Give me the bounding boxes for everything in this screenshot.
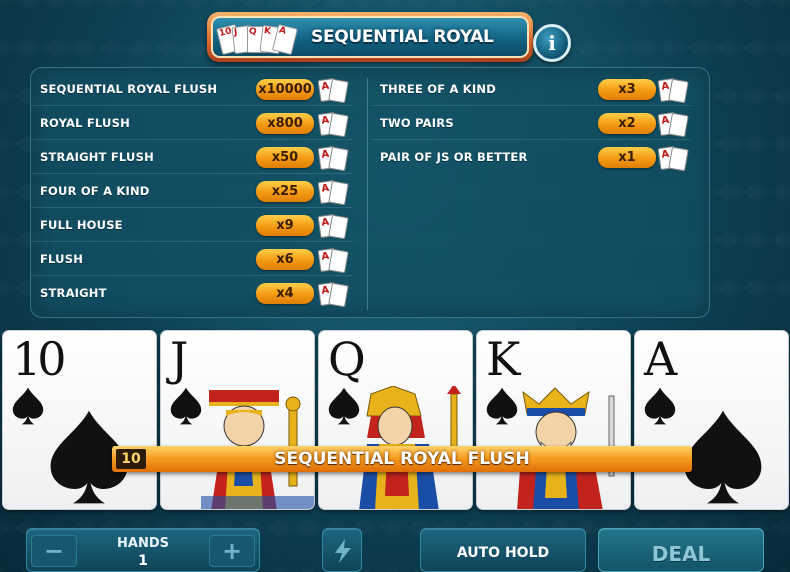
- hands-selector: − HANDS 1 +: [26, 528, 260, 572]
- card-5[interactable]: A: [634, 330, 789, 510]
- hand-name: THREE OF A KIND: [380, 82, 496, 96]
- multiplier-badge: x9: [256, 215, 314, 236]
- banner-cards-icon: 10 J Q K A: [216, 23, 307, 56]
- multiplier-badge: x1: [598, 147, 656, 168]
- card-rank: A: [644, 332, 677, 386]
- hand-name: FOUR OF A KIND: [40, 184, 150, 198]
- multiplier-badge: x6: [256, 249, 314, 270]
- hand-name: PAIR OF JS OR BETTER: [380, 150, 528, 164]
- multiplier-badge: x2: [598, 113, 656, 134]
- paytable-row: THREE OF A KIND x3 A: [371, 72, 691, 106]
- cards-icon: A: [317, 213, 351, 240]
- card-rank: 10: [12, 332, 67, 386]
- paytable-right-column: THREE OF A KIND x3 A TWO PAIRS x2 A PAIR…: [371, 72, 691, 174]
- paytable-row: ROYAL FLUSH x800 A: [31, 106, 353, 140]
- cards-icon: A: [317, 145, 351, 172]
- card-1[interactable]: 10: [2, 330, 157, 510]
- lightning-bolt-icon: [335, 539, 351, 563]
- spade-icon: [169, 387, 203, 425]
- paytable-row: TWO PAIRS x2 A: [371, 106, 691, 140]
- paytable-left-column: SEQUENTIAL ROYAL FLUSH x10000 A ROYAL FL…: [31, 72, 353, 310]
- cards-icon: A: [657, 77, 691, 104]
- multiplier-badge: x4: [256, 283, 314, 304]
- multiplier-badge: x800: [256, 113, 314, 134]
- cards-icon: A: [317, 179, 351, 206]
- hand-name: ROYAL FLUSH: [40, 116, 130, 130]
- paytable-row: FOUR OF A KIND x25 A: [31, 174, 353, 208]
- multiplier-badge: x25: [256, 181, 314, 202]
- cards-icon: A: [317, 247, 351, 274]
- info-button[interactable]: i: [533, 24, 571, 62]
- paytable-row: STRAIGHT x4 A: [31, 276, 353, 310]
- cards-icon: A: [657, 145, 691, 172]
- paytable-row: STRAIGHT FLUSH x50 A: [31, 140, 353, 174]
- game-title-banner: 10 J Q K A SEQUENTIAL ROYAL: [207, 12, 533, 62]
- card-rank: Q: [328, 332, 366, 386]
- auto-hold-label: AUTO HOLD: [456, 545, 550, 561]
- multiplier-badge: x50: [256, 147, 314, 168]
- win-banner: 10 SEQUENTIAL ROYAL FLUSH: [112, 446, 692, 472]
- card-rank: J: [170, 332, 189, 386]
- paytable-row: SEQUENTIAL ROYAL FLUSH x10000 A: [31, 72, 353, 106]
- bottom-controls: − HANDS 1 + AUTO HOLD DEAL: [0, 528, 790, 572]
- hand-name: TWO PAIRS: [380, 116, 454, 130]
- multiplier-badge: x3: [598, 79, 656, 100]
- hand-name: SEQUENTIAL ROYAL FLUSH: [40, 82, 218, 96]
- spade-icon: [327, 387, 361, 425]
- game-title: SEQUENTIAL ROYAL: [311, 27, 494, 47]
- card-rank: K: [486, 332, 520, 386]
- spade-icon: [485, 387, 519, 425]
- card-3[interactable]: Q: [318, 330, 473, 510]
- cards-icon: A: [317, 111, 351, 138]
- hand-name: FULL HOUSE: [40, 218, 123, 232]
- paytable-row: FULL HOUSE x9 A: [31, 208, 353, 242]
- win-hand-label: SEQUENTIAL ROYAL FLUSH: [274, 449, 530, 469]
- paytable: SEQUENTIAL ROYAL FLUSH x10000 A ROYAL FL…: [30, 67, 710, 318]
- multiplier-badge: x10000: [256, 79, 314, 100]
- auto-hold-button[interactable]: AUTO HOLD: [420, 528, 586, 572]
- deal-button[interactable]: DEAL: [598, 528, 764, 572]
- paytable-divider: [367, 78, 368, 310]
- spade-icon: [11, 387, 45, 425]
- deal-label: DEAL: [651, 542, 711, 566]
- card-2[interactable]: J: [160, 330, 315, 510]
- hand-name: STRAIGHT: [40, 286, 107, 300]
- cards-icon: A: [317, 281, 351, 308]
- game-title-banner-inner: 10 J Q K A SEQUENTIAL ROYAL: [211, 16, 529, 58]
- cards-icon: A: [317, 77, 351, 104]
- cards-icon: A: [657, 111, 691, 138]
- spade-icon: [683, 409, 763, 505]
- paytable-row: PAIR OF JS OR BETTER x1 A: [371, 140, 691, 174]
- hands-plus-button[interactable]: +: [209, 535, 255, 567]
- turbo-button[interactable]: [322, 528, 362, 572]
- hand-name: FLUSH: [40, 252, 84, 266]
- card-4[interactable]: K: [476, 330, 631, 510]
- spade-icon: [643, 387, 677, 425]
- hand-name: STRAIGHT FLUSH: [40, 150, 154, 164]
- paytable-row: FLUSH x6 A: [31, 242, 353, 276]
